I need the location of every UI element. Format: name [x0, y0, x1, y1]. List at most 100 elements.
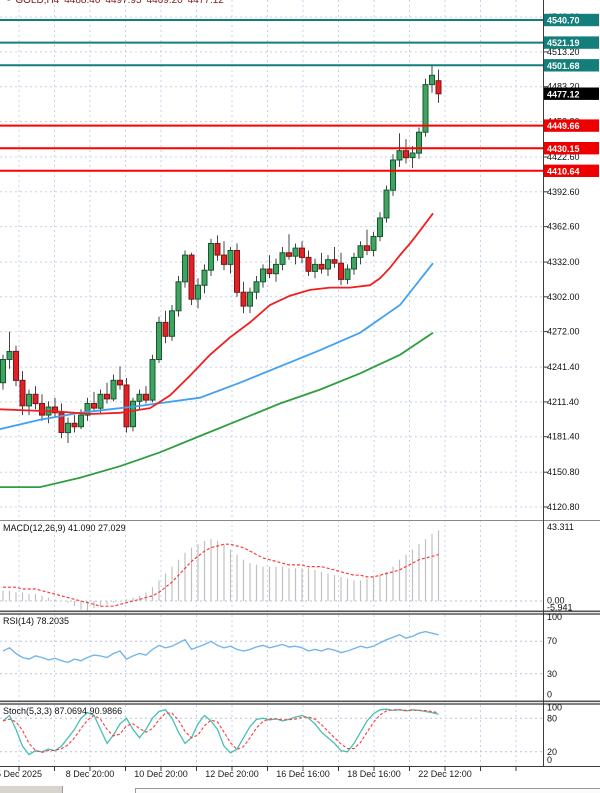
chart-title: -GOLD,H44488.404497.954469.204477.12 [7, 0, 229, 6]
bull-candle [98, 394, 103, 408]
axis-label: 70 [547, 636, 557, 646]
rsi-pane [3, 632, 439, 663]
support-price-badge: 4410.64 [544, 165, 599, 177]
bull-candle [417, 132, 422, 153]
bull-candle [410, 153, 415, 158]
axis-label: 0 [547, 755, 552, 765]
bear-candle [189, 255, 194, 299]
axis-label: 30 [547, 669, 557, 679]
badge-price-text: 4521.19 [547, 38, 580, 48]
resistance-price-badge: 4501.68 [544, 59, 599, 71]
ohlc-high-value: 4497.95 [105, 0, 141, 6]
bull-candle [209, 244, 214, 271]
bull-candle [157, 322, 162, 359]
bear-candle [267, 269, 272, 274]
bull-candle [391, 160, 396, 190]
bull-candle [27, 394, 32, 406]
bull-candle [131, 401, 136, 427]
badge-price-text: 4477.12 [547, 89, 580, 99]
ma-slow-line [0, 333, 433, 487]
badge-price-text: 4430.15 [547, 144, 580, 154]
bear-candle [33, 394, 38, 403]
bear-candle [124, 385, 129, 427]
time-axis-label: 12 Dec 20:00 [205, 769, 259, 779]
bull-candle [176, 282, 181, 311]
bear-candle [332, 260, 337, 264]
bull-candle [345, 269, 350, 279]
axis-label: 4272.00 [547, 327, 580, 337]
axis-label: 80 [547, 714, 557, 724]
bear-candle [40, 404, 45, 416]
stoch-k-line [3, 709, 439, 754]
time-axis-label: 22 Dec 12:00 [418, 769, 472, 779]
ohlc-open-value: 4488.40 [64, 0, 100, 6]
bear-candle [118, 380, 123, 385]
bear-candle [404, 151, 409, 158]
chart-canvas[interactable]: 4543.204513.204483.204453.204422.604392.… [0, 0, 600, 793]
bull-candle [313, 264, 318, 271]
bull-candle [430, 75, 435, 84]
bull-candle [254, 282, 259, 292]
stoch-indicator-label: Stoch(5,3,3) 87.0694 90.9866 [3, 706, 122, 716]
time-axis-label: 5 Dec 2025 [0, 769, 42, 779]
ma-mid-line [0, 263, 433, 429]
bull-candle [79, 415, 84, 427]
bull-candle [1, 360, 6, 383]
axis-label: 100 [547, 703, 562, 713]
bear-candle [105, 394, 110, 399]
badge-price-text: 4540.70 [547, 16, 580, 26]
axis-label: 4362.60 [547, 222, 580, 232]
time-axis-label: 8 Dec 20:00 [66, 769, 115, 779]
rsi-line [3, 632, 439, 663]
badge-price-text: 4449.66 [547, 121, 580, 131]
bull-candle [261, 269, 266, 282]
axis-label: 4211.40 [547, 397, 579, 407]
symbol-marker: - [7, 0, 10, 6]
bull-candle [378, 218, 383, 237]
price-level-lines [0, 20, 543, 171]
bull-candle [358, 246, 363, 258]
time-axis-label: 16 Dec 16:00 [276, 769, 330, 779]
bear-candle [14, 351, 19, 380]
support-price-badge: 4449.66 [544, 119, 599, 131]
axis-label: 100 [547, 612, 562, 622]
badge-price-text: 4410.64 [547, 166, 580, 176]
macd-indicator-label: MACD(12,26,9) 41.090 27.029 [3, 523, 126, 533]
bull-candle [352, 257, 357, 269]
support-price-badge: 4430.15 [544, 142, 599, 154]
bear-candle [72, 423, 77, 427]
current-price-badge: 4477.12 [544, 88, 599, 100]
bull-candle [326, 260, 331, 269]
bull-candle [228, 251, 233, 265]
bear-candle [365, 246, 370, 251]
axis-label: 43.311 [547, 522, 574, 532]
bull-candle [111, 380, 116, 399]
resistance-price-badge: 4540.70 [544, 14, 599, 26]
bull-candle [7, 351, 12, 359]
bear-candle [241, 292, 246, 306]
axis-label: 4181.40 [547, 432, 580, 442]
axis-label: -5.941 [547, 603, 573, 613]
grid-lines [0, 0, 543, 766]
bull-candle [66, 423, 71, 432]
bear-candle [163, 322, 168, 336]
bull-candle [248, 292, 253, 306]
axis-label: 0 [547, 690, 552, 700]
bull-candle [202, 270, 207, 285]
bear-candle [92, 404, 97, 409]
axis-label: 4392.60 [547, 187, 580, 197]
time-axis-label: 10 Dec 20:00 [134, 769, 188, 779]
price-badges: 4540.70 4521.19 4501.68 4449.66 4430.15 4410.… [544, 14, 599, 177]
bear-candle [319, 264, 324, 269]
ohlc-low-value: 4469.20 [147, 0, 183, 6]
bull-candle [183, 255, 188, 282]
axis-label: 4302.00 [547, 292, 580, 302]
axis-label: 4241.40 [547, 362, 580, 372]
bull-candle [384, 190, 389, 218]
bull-candle [397, 151, 402, 160]
stoch-d-line [3, 710, 439, 753]
bull-candle [150, 360, 155, 401]
axis-label: 4120.80 [547, 502, 580, 512]
time-axis[interactable]: 5 Dec 2025 8 Dec 20:00 10 Dec 20:00 12 Dec … [0, 769, 600, 783]
ohlc-close-value: 4477.12 [188, 0, 224, 6]
